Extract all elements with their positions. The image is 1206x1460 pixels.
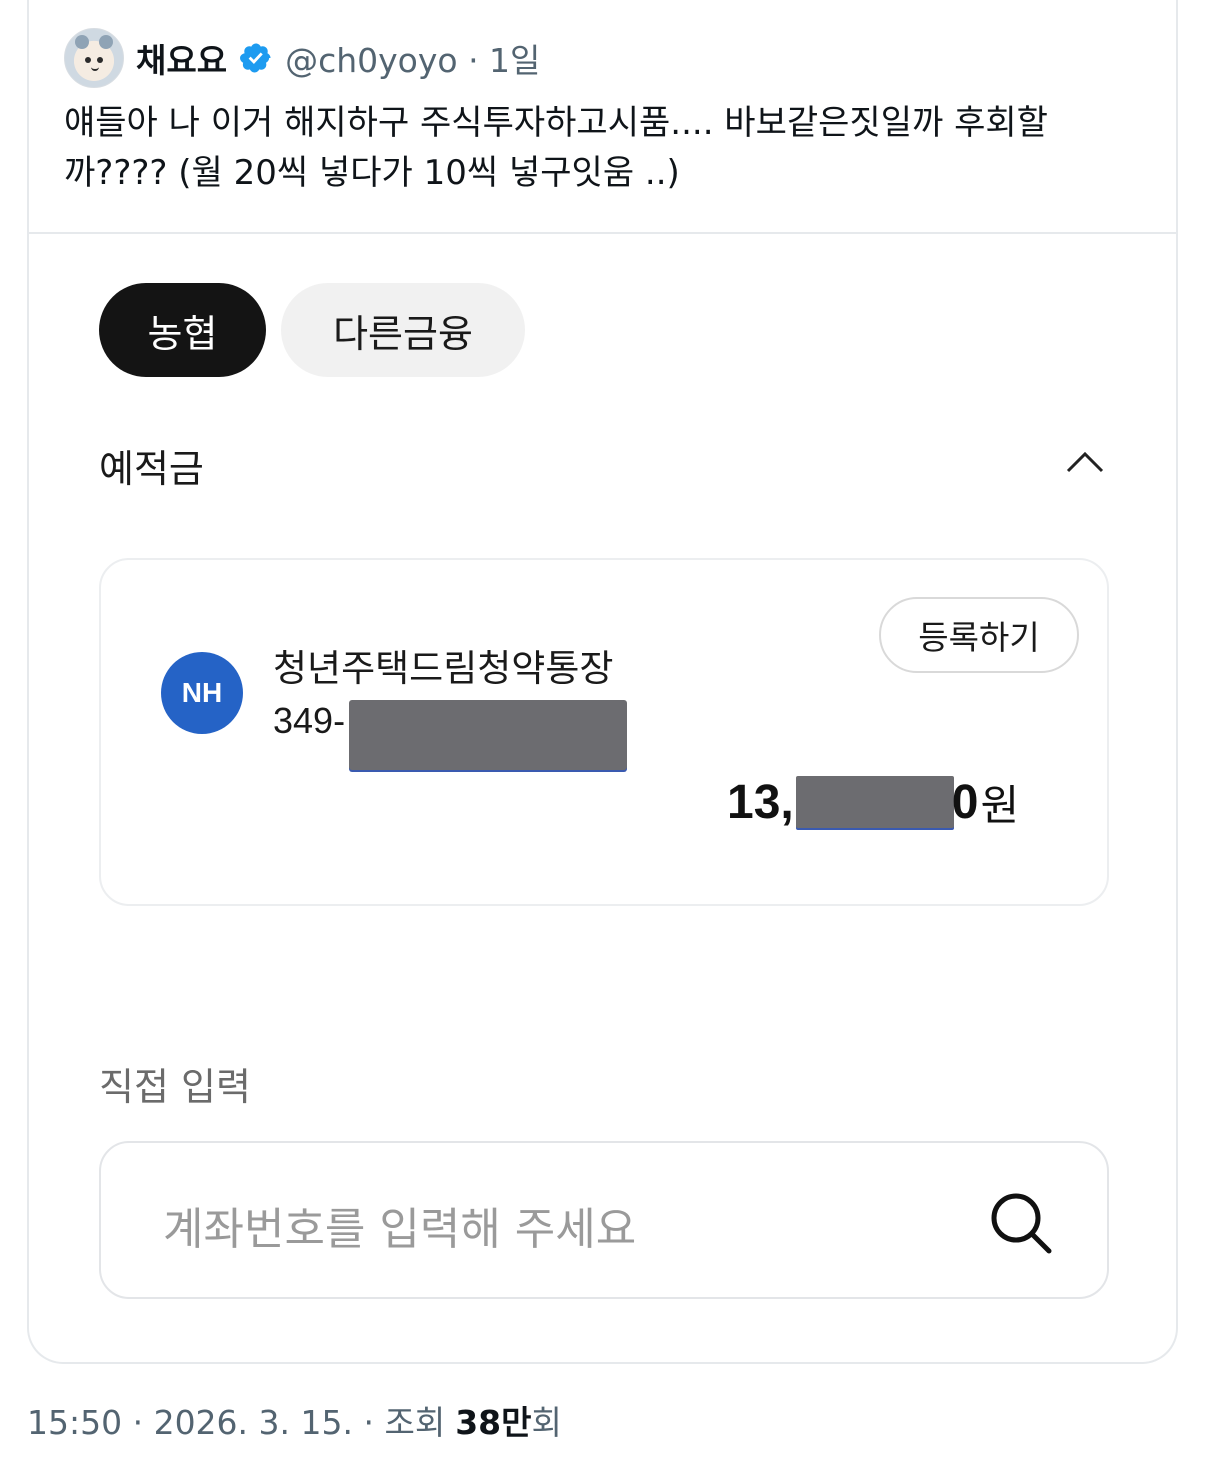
tweet-meta: 15:50 · 2026. 3. 15. · 조회 38만 회 (27, 1396, 562, 1444)
account-number-input[interactable]: 계좌번호를 입력해 주세요 (99, 1141, 1109, 1299)
author-display-name[interactable]: 채요요 (136, 34, 227, 82)
author-avatar[interactable] (64, 28, 124, 88)
redaction-box (795, 776, 954, 828)
tweet-card[interactable]: 채요요 @ch0yoyo · 1일 얘들아 나 이거 해지하구 주식투자하고시품… (27, 0, 1178, 1364)
balance-unit: 원 (980, 780, 1020, 830)
chevron-up-icon[interactable] (1065, 446, 1105, 476)
account-balance: 13, 0 원 (727, 772, 1019, 832)
views-count: 38만 (455, 1403, 532, 1442)
account-number-placeholder: 계좌번호를 입력해 주세요 (163, 1204, 637, 1255)
direct-input-label: 직접 입력 (99, 1065, 251, 1109)
account-card[interactable]: NH 청년주택드림청약통장 349- 등록하기 13, 0 원 (99, 558, 1109, 906)
register-button[interactable]: 등록하기 (879, 597, 1079, 673)
author-handle-and-time[interactable]: @ch0yoyo · 1일 (285, 34, 540, 82)
search-icon[interactable] (987, 1189, 1055, 1257)
tab-other-finance[interactable]: 다른금융 (281, 283, 525, 377)
tweet-timestamp[interactable]: 15:50 · 2026. 3. 15. · 조회 (27, 1396, 445, 1444)
views-unit: 회 (531, 1403, 562, 1442)
tab-nonghyup[interactable]: 농협 (99, 283, 266, 377)
tweet-header: 채요요 @ch0yoyo · 1일 (64, 28, 540, 88)
media-divider (29, 232, 1176, 234)
verified-badge-icon (240, 43, 271, 73)
tweet-text: 얘들아 나 이거 해지하구 주식투자하고시품.... 바보같은짓일까 후회할까?… (64, 103, 1048, 193)
nh-bank-logo: NH (161, 652, 243, 734)
redaction-box (349, 700, 627, 770)
account-name: 청년주택드림청약통장 (273, 647, 614, 690)
balance-suffix: 0 (951, 775, 979, 829)
section-title-deposits: 예적금 (99, 447, 204, 491)
balance-prefix: 13, (727, 775, 794, 829)
account-number: 349- (273, 700, 346, 741)
